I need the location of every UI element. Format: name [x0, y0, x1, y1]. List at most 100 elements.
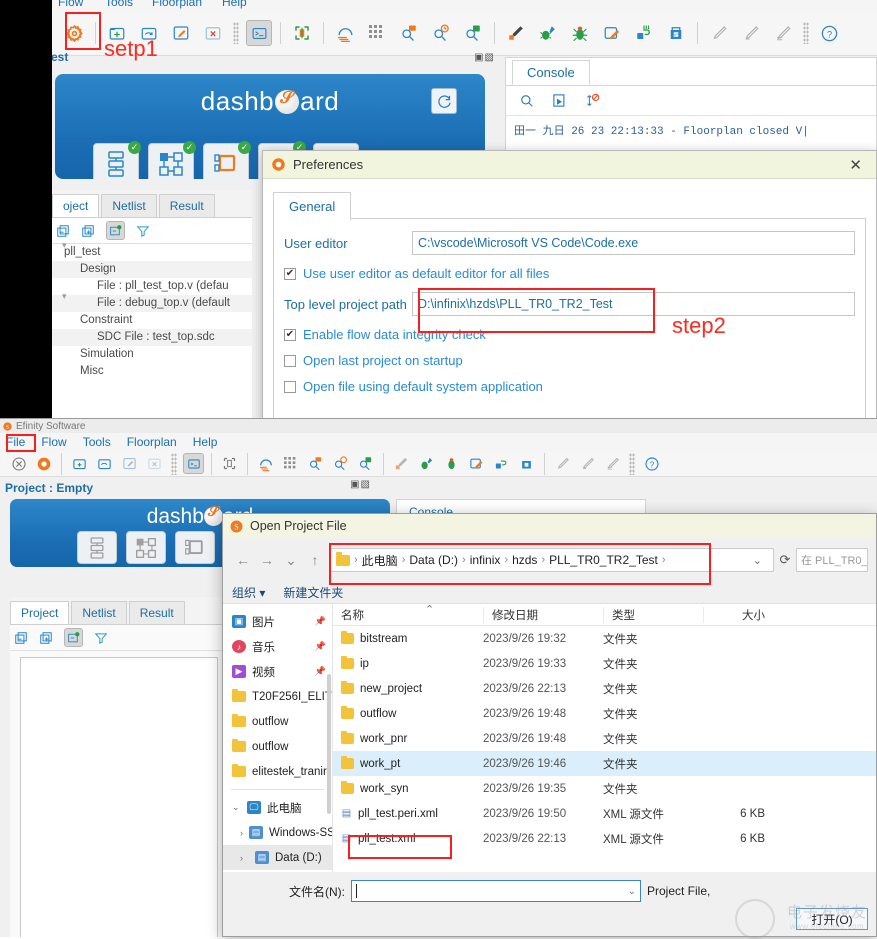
edit-project-icon-bottom[interactable]: [119, 453, 140, 474]
recent-locations-icon[interactable]: ⌄: [279, 548, 303, 572]
sidebar-scrollbar[interactable]: [327, 674, 331, 814]
collapse-all-icon[interactable]: [56, 224, 70, 238]
breadcrumb-item-1[interactable]: Data (D:): [409, 553, 458, 567]
tree-row-design[interactable]: Design: [52, 261, 252, 278]
programmer-icon-bottom[interactable]: [491, 453, 512, 474]
debug-icon-bottom[interactable]: [441, 453, 462, 474]
chevron-right-icon-data[interactable]: ›: [240, 853, 249, 863]
console-toggle-icon-bottom[interactable]: [183, 453, 204, 474]
menu-item-help-bottom[interactable]: Help: [193, 435, 218, 449]
tab-project-top[interactable]: oject: [52, 194, 99, 217]
synthesize-icon[interactable]: [503, 20, 529, 46]
tree-row-sdc[interactable]: SDC File : test_top.sdc: [52, 329, 252, 346]
use-user-editor-row[interactable]: ✔ Use user editor as default editor for …: [284, 266, 855, 281]
filetype-label[interactable]: Project File,: [647, 884, 710, 898]
pen-icon-1-bottom[interactable]: [552, 453, 573, 474]
column-header-size[interactable]: 大小: [703, 607, 773, 623]
refresh-icon[interactable]: ⟳: [774, 548, 796, 572]
menu-item-floorplan[interactable]: Floorplan: [152, 0, 202, 9]
tree-row-file-1[interactable]: File : pll_test_top.v (defau: [52, 278, 252, 295]
dashboard-refresh-icon[interactable]: [431, 88, 457, 114]
sidebar-item-pictures[interactable]: ▣ 图片 📌: [223, 609, 332, 634]
tree-row-root[interactable]: pll_test: [52, 244, 252, 261]
table-row[interactable]: work_pnr 2023/9/26 19:48 文件夹: [333, 726, 876, 751]
tree-expander-design[interactable]: ▾: [62, 240, 67, 251]
menu-item-file-bottom[interactable]: File: [6, 435, 25, 449]
menu-item-flow[interactable]: Flow: [58, 0, 83, 9]
search-list-icon[interactable]: [460, 20, 486, 46]
pin-icon-pictures[interactable]: 📌: [315, 616, 332, 627]
flow-step-placement[interactable]: ✓: [148, 143, 194, 179]
tree-row-file-2[interactable]: File : debug_top.v (default: [52, 295, 252, 312]
search-note-icon-bottom[interactable]: [305, 453, 326, 474]
pen-icon-2[interactable]: [738, 20, 764, 46]
chevron-down-icon[interactable]: ⌄: [232, 802, 241, 813]
tree-expander-constraint[interactable]: ▾: [62, 291, 67, 302]
sidebar-item-elitestek[interactable]: elitestek_tranir: [223, 759, 332, 784]
flow-step-route-bottom[interactable]: [175, 531, 215, 564]
search-clock-icon-bottom[interactable]: [330, 453, 351, 474]
table-row[interactable]: ▤pll_test.xml 2023/9/26 22:13 XML 源文件 6 …: [333, 826, 876, 851]
close-icon[interactable]: ✕: [843, 156, 868, 174]
show-status-icon-bottom[interactable]: [64, 628, 83, 647]
table-row[interactable]: ip 2023/9/26 19:33 文件夹: [333, 651, 876, 676]
table-row[interactable]: work_syn 2023/9/26 19:35 文件夹: [333, 776, 876, 801]
pin-icon-music[interactable]: 📌: [315, 641, 332, 652]
sidebar-item-music[interactable]: ♪ 音乐 📌: [223, 634, 332, 659]
pen-icon-3-bottom[interactable]: [602, 453, 623, 474]
toolbar-grip-2[interactable]: [803, 22, 809, 44]
new-folder-button[interactable]: 新建文件夹: [283, 584, 343, 601]
project-tree-body-bottom[interactable]: [20, 657, 218, 937]
console-autoscroll-icon[interactable]: [585, 93, 600, 108]
expand-all-icon[interactable]: [81, 224, 95, 238]
filename-dropdown-icon[interactable]: ⌄: [628, 886, 636, 897]
breadcrumb-item-3[interactable]: hzds: [512, 553, 537, 567]
sidebar-item-windows-ssd[interactable]: › ▤ Windows-SSD: [223, 820, 332, 845]
open-button[interactable]: 打开(O): [796, 908, 868, 930]
tree-row-simulation[interactable]: Simulation: [52, 346, 252, 363]
flow-step-synthesis-bottom[interactable]: [77, 531, 117, 564]
sidebar-item-video[interactable]: ▶ 视频 📌: [223, 659, 332, 684]
tab-result-top[interactable]: Result: [159, 194, 215, 217]
breadcrumb-item-0[interactable]: 此电脑: [362, 552, 398, 569]
run-flow-icon-bottom[interactable]: [416, 453, 437, 474]
top-level-path-input[interactable]: D:\infinix\hzds\PLL_TR0_TR2_Test: [412, 292, 855, 316]
programmer-icon[interactable]: [631, 20, 657, 46]
flow-integrity-row[interactable]: ✔ Enable flow data integrity check: [284, 327, 855, 342]
column-header-date[interactable]: 修改日期: [483, 607, 603, 623]
open-default-app-checkbox[interactable]: [284, 381, 296, 393]
search-note-icon[interactable]: [396, 20, 422, 46]
search-input[interactable]: 在 PLL_TR0_T: [796, 548, 868, 572]
edit-constraints-icon[interactable]: [599, 20, 625, 46]
top-panel-buttons[interactable]: ▣▧: [474, 52, 495, 63]
table-row[interactable]: ▤pll_test.peri.xml 2023/9/26 19:50 XML 源…: [333, 801, 876, 826]
preferences-gear-icon[interactable]: [61, 20, 87, 46]
use-user-editor-checkbox[interactable]: ✔: [284, 268, 296, 280]
bottom-grip[interactable]: [171, 453, 177, 475]
menu-item-tools-bottom[interactable]: Tools: [83, 435, 111, 449]
expand-all-icon-bottom[interactable]: [39, 631, 53, 645]
organize-button[interactable]: 组织 ▾: [232, 584, 265, 601]
menu-item-flow-bottom[interactable]: Flow: [41, 435, 66, 449]
edit-constraints-icon-bottom[interactable]: [466, 453, 487, 474]
toolbar-grip[interactable]: [233, 22, 239, 44]
sidebar-item-outflow-2[interactable]: outflow: [223, 734, 332, 759]
table-row[interactable]: outflow 2023/9/26 19:48 文件夹: [333, 701, 876, 726]
sidebar-item-outflow-1[interactable]: outflow: [223, 709, 332, 734]
table-row[interactable]: new_project 2023/9/26 22:13 文件夹: [333, 676, 876, 701]
tab-project-bottom[interactable]: Project: [10, 601, 69, 624]
pen-icon-3[interactable]: [770, 20, 796, 46]
open-default-app-row[interactable]: Open file using default system applicati…: [284, 379, 855, 394]
tab-general[interactable]: General: [273, 192, 351, 220]
edit-project-icon[interactable]: [168, 20, 194, 46]
column-header-name[interactable]: 名称 ⌃: [333, 607, 483, 623]
menu-item-tools[interactable]: Tools: [105, 0, 133, 9]
tree-row-constraint[interactable]: Constraint: [52, 312, 252, 329]
ip-manager-icon[interactable]: IP: [663, 20, 689, 46]
tab-console[interactable]: Console: [512, 60, 590, 85]
search-list-icon-bottom[interactable]: [355, 453, 376, 474]
console-export-icon[interactable]: [552, 93, 567, 108]
sidebar-item-t20f256i[interactable]: T20F256I_ELITE: [223, 684, 332, 709]
run-flow-icon[interactable]: [535, 20, 561, 46]
console-search-icon[interactable]: [520, 94, 534, 108]
